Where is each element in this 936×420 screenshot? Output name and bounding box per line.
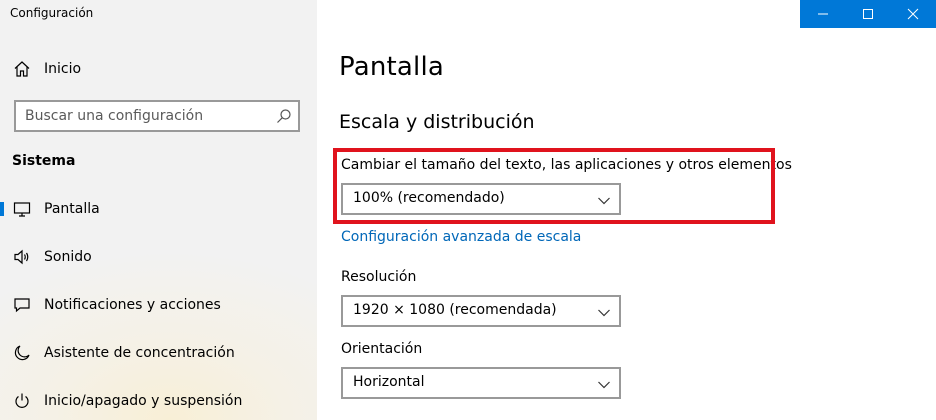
monitor-icon bbox=[12, 199, 32, 219]
minimize-icon bbox=[817, 5, 829, 24]
speaker-icon bbox=[12, 247, 32, 267]
sidebar-item-label: Pantalla bbox=[44, 201, 100, 217]
maximize-button[interactable] bbox=[845, 0, 890, 28]
orientation-label: Orientación bbox=[341, 341, 423, 357]
close-button[interactable] bbox=[890, 0, 935, 28]
section-heading: Escala y distribución bbox=[339, 111, 535, 133]
chevron-down-icon bbox=[597, 377, 611, 391]
sidebar-item-sonido[interactable]: Sonido bbox=[0, 242, 317, 272]
sidebar-item-label: Inicio/apagado y suspensión bbox=[44, 393, 243, 409]
minimize-button[interactable] bbox=[800, 0, 845, 28]
sidebar-item-label: Asistente de concentración bbox=[44, 345, 235, 361]
sidebar: Configuración Inicio Buscar una configur… bbox=[0, 0, 317, 420]
sidebar-item-home[interactable]: Inicio bbox=[0, 54, 317, 84]
search-placeholder: Buscar una configuración bbox=[25, 108, 204, 124]
selected-indicator bbox=[0, 202, 4, 216]
orientation-dropdown-value: Horizontal bbox=[353, 374, 425, 390]
power-icon bbox=[12, 391, 32, 411]
maximize-icon bbox=[862, 5, 874, 24]
resolution-label: Resolución bbox=[341, 269, 417, 285]
sidebar-item-asistente[interactable]: Asistente de concentración bbox=[0, 338, 317, 368]
page-title: Pantalla bbox=[339, 52, 445, 82]
sidebar-item-notificaciones[interactable]: Notificaciones y acciones bbox=[0, 290, 317, 320]
orientation-dropdown[interactable]: Horizontal bbox=[341, 367, 621, 399]
notification-icon bbox=[12, 295, 32, 315]
resolution-dropdown[interactable]: 1920 × 1080 (recomendada) bbox=[341, 295, 621, 327]
sidebar-item-pantalla[interactable]: Pantalla bbox=[0, 194, 317, 224]
resolution-dropdown-value: 1920 × 1080 (recomendada) bbox=[353, 302, 557, 318]
sidebar-item-inicio-apagado[interactable]: Inicio/apagado y suspensión bbox=[0, 386, 317, 416]
sidebar-item-label: Notificaciones y acciones bbox=[44, 297, 221, 313]
main-content: Pantalla Escala y distribución Cambiar e… bbox=[317, 0, 936, 420]
window-controls bbox=[800, 0, 936, 28]
advanced-scaling-link[interactable]: Configuración avanzada de escala bbox=[341, 229, 581, 245]
search-input[interactable]: Buscar una configuración bbox=[14, 100, 300, 132]
close-icon bbox=[907, 5, 919, 24]
sidebar-item-label: Inicio bbox=[44, 61, 82, 77]
section-title: Sistema bbox=[12, 153, 76, 169]
home-icon bbox=[12, 59, 32, 79]
app-title: Configuración bbox=[10, 6, 94, 20]
moon-icon bbox=[12, 343, 32, 363]
sidebar-item-label: Sonido bbox=[44, 249, 92, 265]
chevron-down-icon bbox=[597, 305, 611, 319]
search-icon[interactable] bbox=[276, 108, 292, 124]
highlight-box bbox=[333, 148, 775, 224]
